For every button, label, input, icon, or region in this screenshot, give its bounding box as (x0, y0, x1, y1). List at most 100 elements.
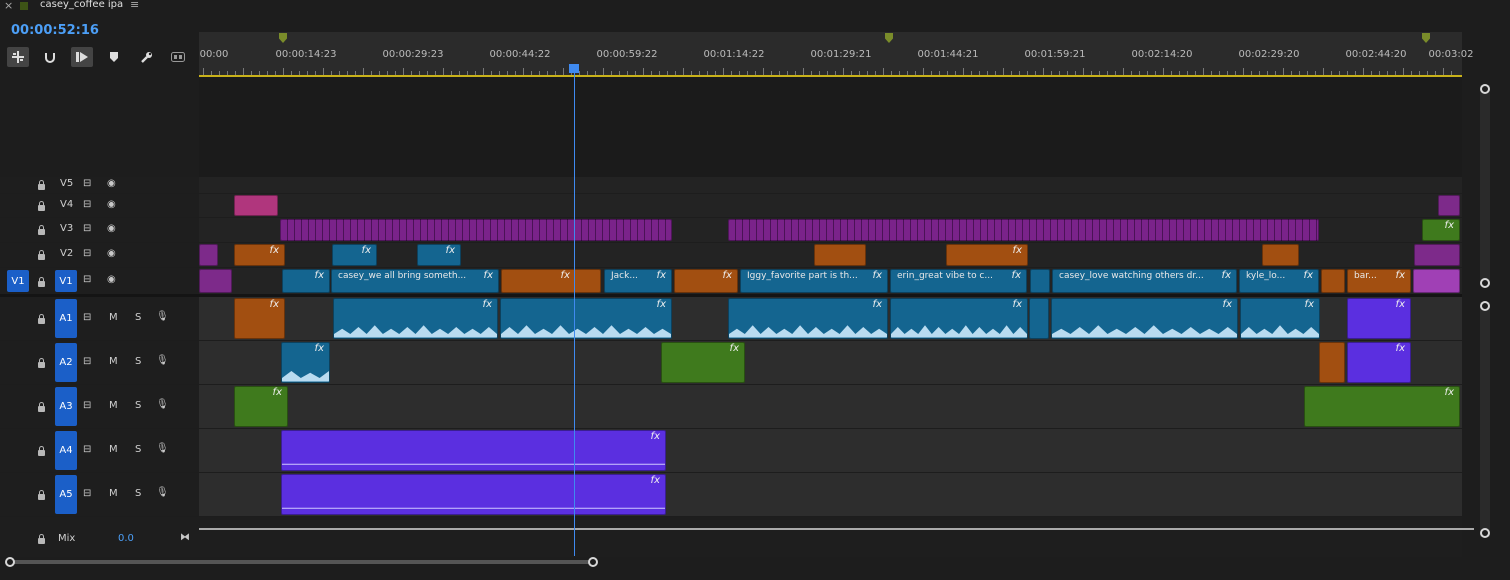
audio-vertical-scrollbar[interactable] (1480, 302, 1490, 537)
add-marker-icon[interactable] (103, 47, 125, 67)
sync-lock-icon[interactable]: ⊟ (83, 178, 91, 189)
audio-clip-a2[interactable] (1319, 342, 1345, 383)
microphone-icon[interactable]: 🎙 (156, 399, 169, 410)
source-patch-v1[interactable]: V1 (7, 270, 29, 292)
solo-button[interactable]: S (135, 312, 141, 323)
clip-v2[interactable] (199, 244, 218, 266)
playhead-timecode[interactable]: 00:00:52:16 (11, 23, 99, 38)
clip-v1-kyle[interactable]: kyle_lo... fx (1239, 269, 1319, 293)
clip-v3-sequence[interactable] (728, 219, 1319, 241)
mute-button[interactable]: M (109, 488, 118, 499)
microphone-icon[interactable]: 🎙 (156, 443, 169, 454)
clip-v1[interactable] (199, 269, 232, 293)
clip-v2[interactable] (1414, 244, 1460, 266)
zoom-handle-right[interactable] (588, 557, 598, 567)
clip-v2[interactable] (814, 244, 866, 266)
audio-clip-a4[interactable]: fx (281, 430, 666, 471)
track-target-v1[interactable]: V1 (55, 270, 77, 292)
lock-icon[interactable] (38, 180, 45, 190)
eye-icon[interactable]: ◉ (107, 274, 116, 285)
snap-magnet-icon[interactable] (39, 47, 61, 67)
clip-v4[interactable] (234, 195, 278, 216)
clip-v2[interactable]: fx (946, 244, 1028, 266)
track-lane-a2[interactable] (199, 341, 1462, 384)
audio-clip-a1[interactable]: fx (1051, 298, 1238, 339)
horizontal-scrollbar[interactable] (10, 560, 595, 564)
clip-v3-sequence[interactable] (280, 219, 672, 241)
panel-menu-icon[interactable]: ≡ (130, 0, 139, 11)
lock-icon[interactable] (38, 490, 45, 500)
scroll-handle[interactable] (1480, 278, 1490, 288)
audio-clip-a3[interactable]: fx (1304, 386, 1460, 427)
lock-icon[interactable] (38, 402, 45, 412)
eye-icon[interactable]: ◉ (107, 199, 116, 210)
time-ruler[interactable]: 00:00 00:00:14:23 00:00:29:23 00:00:44:2… (199, 32, 1473, 77)
eye-icon[interactable]: ◉ (107, 223, 116, 234)
clip-v2[interactable] (1262, 244, 1299, 266)
clip-v1-casey-we-all[interactable]: casey_we all bring someth... fx (331, 269, 499, 293)
track-target-a4[interactable]: A4 (55, 431, 77, 470)
track-target-a1[interactable]: A1 (55, 299, 77, 338)
close-tab-icon[interactable]: × (4, 0, 13, 12)
scroll-handle[interactable] (1480, 84, 1490, 94)
mix-level-line[interactable] (199, 528, 1474, 530)
sync-lock-icon[interactable]: ⊟ (83, 488, 91, 499)
sync-lock-icon[interactable]: ⊟ (83, 248, 91, 259)
go-to-end-icon[interactable]: ⧓ (180, 532, 190, 543)
audio-clip-a2[interactable]: fx (1347, 342, 1411, 383)
sync-lock-icon[interactable]: ⊟ (83, 312, 91, 323)
track-lane-v4[interactable] (199, 194, 1462, 217)
audio-clip-a1[interactable] (1029, 298, 1049, 339)
clip-v1[interactable] (1321, 269, 1345, 293)
sync-lock-icon[interactable]: ⊟ (83, 356, 91, 367)
lock-icon[interactable] (38, 201, 45, 211)
track-lane-a3[interactable] (199, 385, 1462, 428)
eye-icon[interactable]: ◉ (107, 178, 116, 189)
mix-volume-value[interactable]: 0.0 (118, 533, 134, 544)
captions-icon[interactable] (167, 47, 189, 67)
mute-button[interactable]: M (109, 312, 118, 323)
clip-v1[interactable] (1030, 269, 1050, 293)
zoom-handle-left[interactable] (5, 557, 15, 567)
scroll-handle[interactable] (1480, 528, 1490, 538)
eye-icon[interactable]: ◉ (107, 248, 116, 259)
track-target-a2[interactable]: A2 (55, 343, 77, 382)
linked-selection-icon[interactable] (71, 47, 93, 67)
scroll-handle[interactable] (1480, 301, 1490, 311)
timeline-marker-icon[interactable] (1422, 33, 1430, 43)
clip-v2[interactable]: fx (234, 244, 285, 266)
audio-clip-a5[interactable]: fx (281, 474, 666, 515)
sync-lock-icon[interactable]: ⊟ (83, 400, 91, 411)
clip-v1-iggy[interactable]: Iggy_favorite part is th... fx (740, 269, 888, 293)
track-target-a3[interactable]: A3 (55, 387, 77, 426)
lock-icon[interactable] (38, 358, 45, 368)
lock-icon[interactable] (38, 446, 45, 456)
insert-overwrite-icon[interactable] (7, 47, 29, 67)
audio-clip-a1[interactable]: fx (333, 298, 498, 339)
video-vertical-scrollbar[interactable] (1480, 85, 1490, 285)
solo-button[interactable]: S (135, 400, 141, 411)
solo-button[interactable]: S (135, 356, 141, 367)
clip-v1[interactable]: fx (282, 269, 330, 293)
clip-v4[interactable] (1438, 195, 1460, 216)
sync-lock-icon[interactable]: ⊟ (83, 274, 91, 285)
lock-icon[interactable] (38, 250, 45, 260)
lock-icon[interactable] (38, 225, 45, 235)
lock-icon[interactable] (38, 277, 45, 287)
clip-v1-jack[interactable]: Jack... fx (604, 269, 672, 293)
solo-button[interactable]: S (135, 444, 141, 455)
lock-icon[interactable] (38, 314, 45, 324)
playhead-line[interactable] (574, 70, 575, 556)
audio-clip-a1[interactable]: fx (728, 298, 888, 339)
solo-button[interactable]: S (135, 488, 141, 499)
sync-lock-icon[interactable]: ⊟ (83, 444, 91, 455)
clip-v1[interactable] (1413, 269, 1460, 293)
track-lane-v5[interactable] (199, 177, 1462, 193)
mute-button[interactable]: M (109, 444, 118, 455)
track-lane-mix[interactable] (199, 517, 1474, 557)
audio-clip-a1[interactable]: fx (234, 298, 285, 339)
wrench-icon[interactable] (135, 47, 157, 67)
audio-clip-a1[interactable]: fx (890, 298, 1028, 339)
timeline-marker-icon[interactable] (279, 33, 287, 43)
sequence-tab[interactable]: × casey_coffee ipa ≡ (0, 0, 1510, 14)
